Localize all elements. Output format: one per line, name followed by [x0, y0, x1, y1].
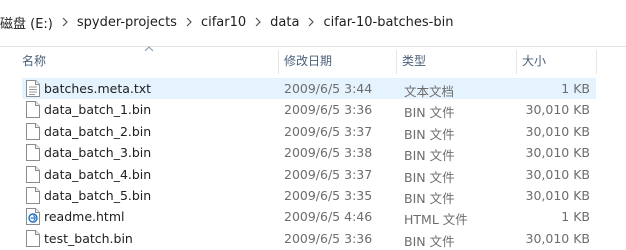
file-row[interactable]: data_batch_2.bin 2009/6/5 3:37 BIN 文件 30,01… [22, 121, 596, 142]
file-type: BIN 文件 [404, 191, 455, 206]
file-row[interactable]: batches.meta.txt 2009/6/5 3:44 文本文档 1 KB [22, 78, 596, 99]
column-header-date[interactable]: 修改日期 [278, 46, 396, 76]
file-size: 30,010 KB [525, 188, 590, 203]
file-name: data_batch_3.bin [44, 145, 152, 161]
file-row[interactable]: data_batch_1.bin 2009/6/5 3:36 BIN 文件 30,01… [22, 99, 596, 120]
file-icon [26, 122, 40, 140]
file-modified-date: 2009/6/5 4:46 [284, 209, 373, 225]
file-name: data_batch_4.bin [44, 166, 152, 182]
file-row[interactable]: test_batch.bin 2009/6/5 3:36 BIN 文件 30,010 … [22, 228, 596, 249]
chevron-right-icon[interactable] [58, 17, 72, 27]
file-name: data_batch_5.bin [44, 188, 152, 203]
sort-ascending-icon [144, 46, 154, 52]
file-size: 1 KB [561, 209, 590, 225]
file-name: readme.html [44, 209, 125, 225]
column-header-size[interactable]: 大小 [516, 46, 596, 76]
file-row[interactable]: data_batch_5.bin 2009/6/5 3:35 BIN 文件 30,01… [22, 185, 596, 206]
file-modified-date: 2009/6/5 3:37 [284, 166, 373, 182]
file-modified-date: 2009/6/5 3:38 [284, 145, 373, 161]
file-icon [26, 229, 40, 247]
file-name: test_batch.bin [44, 230, 133, 246]
file-type: BIN 文件 [404, 148, 455, 164]
file-type: BIN 文件 [404, 169, 455, 185]
file-size: 30,010 KB [525, 230, 590, 246]
file-icon [26, 165, 40, 183]
text-file-icon [26, 80, 40, 97]
chevron-right-icon[interactable] [182, 17, 196, 27]
html-file-icon [26, 208, 40, 226]
file-size: 1 KB [561, 81, 590, 96]
file-modified-date: 2009/6/5 3:37 [284, 123, 373, 139]
file-row[interactable]: data_batch_3.bin 2009/6/5 3:38 BIN 文件 30,01… [22, 142, 596, 163]
breadcrumb-drive[interactable]: 磁盘 (E:) [0, 13, 58, 32]
file-name: batches.meta.txt [44, 81, 152, 96]
file-type: BIN 文件 [404, 105, 455, 121]
file-type: BIN 文件 [404, 126, 455, 142]
breadcrumb-item[interactable]: spyder-projects [72, 15, 182, 30]
file-modified-date: 2009/6/5 3:36 [284, 102, 373, 118]
file-row[interactable]: readme.html 2009/6/5 4:46 HTML 文件 1 KB [22, 206, 596, 227]
file-icon [26, 187, 40, 204]
file-icon [26, 144, 40, 162]
file-size: 30,010 KB [525, 102, 590, 118]
file-name: data_batch_2.bin [44, 123, 152, 139]
file-type: 文本文档 [404, 84, 455, 99]
chevron-right-icon[interactable] [304, 17, 318, 27]
file-size: 30,010 KB [525, 145, 590, 161]
file-modified-date: 2009/6/5 3:44 [284, 81, 373, 96]
file-size: 30,010 KB [525, 123, 590, 139]
column-header-row: 名称 修改日期 类型 大小 [0, 46, 626, 76]
breadcrumb-item[interactable]: data [265, 15, 304, 30]
breadcrumb: 磁盘 (E:) spyder-projects cifar10 data cif… [0, 11, 458, 33]
file-name: data_batch_1.bin [44, 102, 152, 118]
file-type: HTML 文件 [404, 212, 468, 228]
breadcrumb-item-current[interactable]: cifar-10-batches-bin [318, 15, 458, 30]
breadcrumb-item[interactable]: cifar10 [196, 15, 251, 30]
chevron-right-icon[interactable] [251, 17, 265, 27]
file-modified-date: 2009/6/5 3:35 [284, 188, 373, 203]
column-header-type[interactable]: 类型 [396, 46, 514, 76]
file-icon [26, 101, 40, 119]
file-row[interactable]: data_batch_4.bin 2009/6/5 3:37 BIN 文件 30,01… [22, 164, 596, 185]
file-type: BIN 文件 [404, 233, 455, 249]
file-modified-date: 2009/6/5 3:36 [284, 230, 373, 246]
column-divider[interactable] [596, 50, 597, 74]
address-bar[interactable]: 磁盘 (E:) spyder-projects cifar10 data cif… [0, 0, 626, 47]
file-size: 30,010 KB [525, 166, 590, 182]
